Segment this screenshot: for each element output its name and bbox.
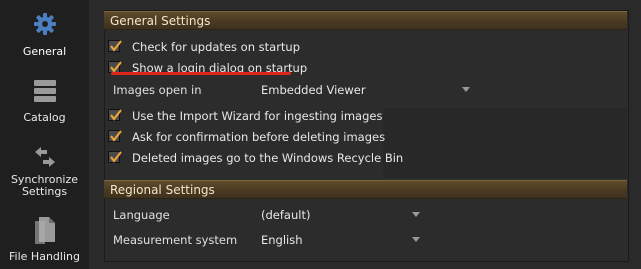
check-updates-label: Check for updates on startup [132, 40, 301, 54]
language-select[interactable]: (default) [261, 207, 423, 223]
chevron-down-icon [412, 212, 420, 217]
measurement-system-label: Measurement system [113, 233, 238, 247]
language-label: Language [113, 208, 170, 222]
images-open-in-select[interactable]: Embedded Viewer [261, 82, 473, 98]
select-value: English [261, 233, 303, 247]
sidebar-item-general[interactable]: General [0, 8, 89, 64]
sidebar-item-file-handling[interactable]: File Handling [0, 214, 89, 266]
sync-arrows-icon [0, 144, 89, 170]
measurement-system-select[interactable]: English [261, 232, 423, 248]
images-open-in-label: Images open in [113, 83, 202, 97]
sidebar-item-label: General [22, 45, 67, 58]
confirm-delete-label: Ask for confirmation before deleting ima… [132, 130, 386, 144]
check-mark-icon [110, 151, 122, 163]
chevron-down-icon [412, 237, 420, 242]
check-mark-icon [110, 130, 122, 142]
recycle-bin-label: Deleted images go to the Windows Recycle… [132, 151, 404, 165]
settings-sidebar: General Catalog Synchronize Settings Fil… [0, 0, 90, 269]
confirm-delete-checkbox[interactable] [108, 130, 122, 142]
general-settings-header: General Settings [104, 11, 627, 30]
check-mark-icon [110, 109, 122, 121]
sidebar-item-label: File Handling [9, 250, 80, 263]
import-wizard-label: Use the Import Wizard for ingesting imag… [132, 109, 383, 123]
section-title: General Settings [110, 14, 211, 28]
recycle-bin-checkbox[interactable] [108, 151, 122, 163]
panel-background-block [383, 108, 627, 178]
sidebar-item-label: Catalog [23, 111, 66, 124]
select-value: (default) [261, 208, 311, 222]
section-title: Regional Settings [110, 183, 215, 197]
sidebar-item-catalog[interactable]: Catalog [0, 76, 89, 126]
chevron-down-icon [462, 87, 470, 92]
check-updates-checkbox[interactable] [108, 40, 122, 52]
import-wizard-checkbox[interactable] [108, 109, 122, 121]
highlight-underline [111, 72, 291, 75]
gear-icon [0, 12, 89, 36]
sidebar-item-synchronize-settings[interactable]: Synchronize Settings [0, 142, 89, 202]
sidebar-item-label-line2: Settings [21, 185, 68, 198]
check-mark-icon [110, 40, 122, 52]
regional-settings-header: Regional Settings [104, 180, 627, 199]
select-value: Embedded Viewer [261, 83, 366, 97]
catalog-stack-icon [0, 79, 89, 103]
file-icon [0, 216, 89, 244]
